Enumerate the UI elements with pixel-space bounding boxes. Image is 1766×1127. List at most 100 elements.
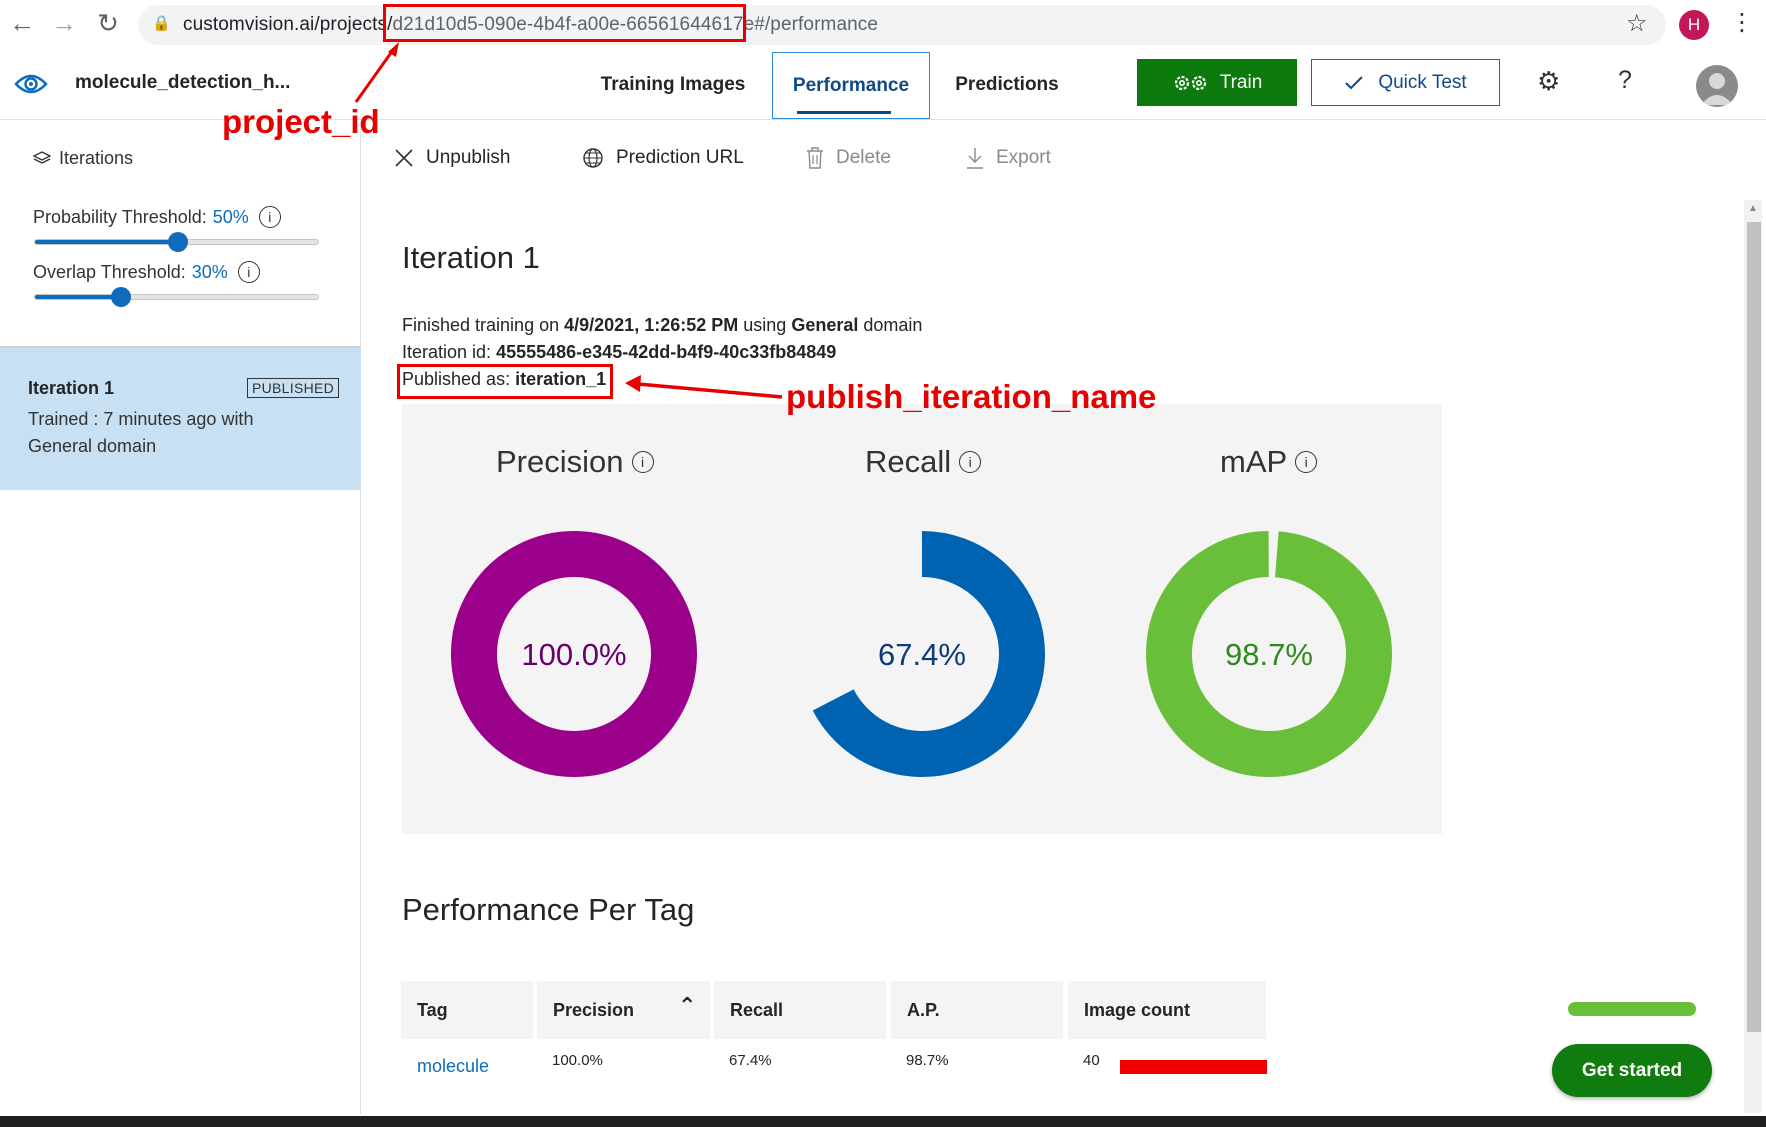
probability-threshold-slider[interactable] [34, 232, 319, 252]
checkmark-icon [1345, 75, 1364, 89]
iteration-id-value: 45555486-e345-42dd-b4f9-40c33fb84849 [496, 342, 837, 362]
unpublish-label: Unpublish [426, 147, 511, 168]
get-started-button[interactable]: Get started [1552, 1044, 1712, 1097]
prediction-url-button[interactable]: Prediction URL [582, 147, 744, 169]
quick-test-button[interactable]: Quick Test [1311, 59, 1500, 106]
finished-prefix: Finished training on [402, 315, 560, 335]
iteration-description-line1: Trained : 7 minutes ago with [28, 409, 254, 429]
train-label: Train [1219, 71, 1263, 93]
bookmark-star-icon[interactable]: ☆ [1626, 9, 1648, 38]
column-header-tag[interactable]: Tag [401, 981, 533, 1039]
publish-name-annotation: publish_iteration_name [786, 378, 1157, 415]
export-button[interactable]: Export [966, 147, 1051, 169]
delete-button[interactable]: Delete [806, 147, 891, 169]
layers-icon [33, 150, 51, 164]
user-avatar[interactable] [1696, 65, 1738, 107]
train-button[interactable]: Train [1137, 59, 1297, 106]
browser-toolbar: ← → ↻ 🔒 customvision.ai/projects/d21d10d… [0, 0, 1766, 50]
domain-suffix: domain [863, 315, 923, 335]
get-started-progress [1568, 1002, 1696, 1016]
overlap-slider-thumb[interactable] [110, 287, 131, 307]
iterations-header[interactable]: Iterations [33, 148, 133, 169]
finished-using: using [743, 315, 787, 335]
back-arrow-icon[interactable]: ← [6, 8, 38, 39]
probability-threshold-label: Probability Threshold: [33, 206, 207, 227]
precision-donut-value: 100.0% [521, 637, 626, 672]
iteration-description: Trained : 7 minutes ago with General dom… [28, 406, 253, 460]
gears-icon [1174, 75, 1206, 90]
reload-icon[interactable]: ↻ [92, 8, 124, 39]
prediction-url-label: Prediction URL [616, 147, 744, 168]
probability-slider-thumb[interactable] [167, 232, 188, 252]
iteration-id-label: Iteration id: [402, 342, 492, 362]
eye-logo-icon[interactable] [14, 71, 48, 97]
cell-ap: 98.7% [906, 1052, 949, 1069]
address-bar[interactable]: 🔒 customvision.ai/projects/d21d10d5-090e… [138, 5, 1666, 45]
overlap-threshold-value: 30% [191, 261, 228, 282]
taskbar-edge [0, 1116, 1766, 1127]
cell-image-count: 40 [1083, 1052, 1100, 1069]
iteration-list-item[interactable]: Iteration 1 PUBLISHED Trained : 7 minute… [0, 347, 361, 490]
profile-avatar[interactable]: H [1679, 10, 1709, 40]
url-suffix: #/performance [754, 14, 879, 35]
quick-test-label: Quick Test [1378, 71, 1467, 93]
finished-date: 4/9/2021, 1:26:52 PM [564, 315, 739, 335]
iteration-description-line2: General domain [28, 436, 157, 456]
tab-performance-label: Performance [792, 74, 910, 96]
user-silhouette-icon [1701, 73, 1733, 105]
iterations-label: Iterations [59, 148, 134, 168]
lock-icon: 🔒 [152, 15, 171, 32]
page-title: Iteration 1 [402, 240, 540, 275]
tab-predictions[interactable]: Predictions [942, 50, 1072, 120]
project-name[interactable]: molecule_detection_h... [75, 72, 290, 94]
training-info: Finished training on 4/9/2021, 1:26:52 P… [402, 315, 922, 336]
overlap-slider-fill [35, 295, 120, 299]
column-header-precision-label: Precision [553, 999, 635, 1020]
probability-threshold-value: 50% [212, 206, 249, 227]
published-name-highlight-box [397, 364, 613, 399]
map-donut-value: 98.7% [1225, 637, 1313, 672]
training-domain: General [791, 315, 859, 335]
sort-ascending-icon[interactable]: ⌃ [678, 993, 696, 1019]
forward-arrow-icon[interactable]: → [48, 8, 80, 39]
scroll-up-arrow-icon[interactable]: ▲ [1748, 203, 1758, 214]
column-header-precision[interactable]: Precision ⌃ [537, 981, 710, 1039]
settings-gear-icon[interactable]: ⚙ [1537, 66, 1560, 97]
iteration-name: Iteration 1 [28, 378, 115, 398]
help-icon[interactable]: ? [1618, 66, 1632, 95]
tag-link-molecule[interactable]: molecule [417, 1056, 489, 1077]
column-header-image-count[interactable]: Image count [1068, 981, 1266, 1039]
probability-info-icon[interactable]: i [258, 206, 281, 228]
overlap-threshold-slider[interactable] [34, 287, 319, 307]
image-count-bar [1120, 1060, 1267, 1074]
delete-label: Delete [836, 147, 891, 168]
per-tag-title: Performance Per Tag [402, 892, 695, 927]
probability-slider-fill [35, 240, 177, 244]
project-id-annotation: project_id [222, 103, 380, 140]
unpublish-button[interactable]: Unpublish [394, 147, 511, 169]
overlap-info-icon[interactable]: i [237, 261, 260, 283]
vertical-scrollbar[interactable]: ▲ [1744, 200, 1762, 1113]
published-badge: PUBLISHED [247, 378, 340, 398]
tab-performance[interactable]: Performance [772, 52, 930, 119]
browser-menu-icon[interactable]: ⋮ [1730, 8, 1754, 37]
overlap-threshold-label: Overlap Threshold: [33, 261, 186, 282]
iteration-id-row: Iteration id: 45555486-e345-42dd-b4f9-40… [402, 342, 836, 363]
active-tab-underline [797, 111, 891, 114]
metrics-panel: Precision i Recall i mAP i 100.0% 67.4% … [402, 404, 1442, 834]
overlap-threshold-row: Overlap Threshold: 30% i [33, 261, 260, 283]
cell-precision: 100.0% [552, 1052, 603, 1069]
column-header-ap[interactable]: A.P. [891, 981, 1063, 1039]
tab-training-images[interactable]: Training Images [586, 50, 760, 120]
probability-threshold-row: Probability Threshold: 50% i [33, 206, 281, 228]
column-header-recall[interactable]: Recall [714, 981, 886, 1039]
cell-recall: 67.4% [729, 1052, 772, 1069]
trash-icon [807, 147, 823, 169]
recall-donut-value: 67.4% [878, 637, 966, 672]
iterations-sidebar: Iterations Probability Threshold: 50% i … [0, 121, 361, 1114]
project-id-highlight-box [383, 4, 746, 42]
globe-icon [583, 148, 603, 168]
download-icon [967, 148, 983, 169]
scrollbar-thumb[interactable] [1747, 222, 1761, 1032]
export-label: Export [996, 147, 1051, 168]
